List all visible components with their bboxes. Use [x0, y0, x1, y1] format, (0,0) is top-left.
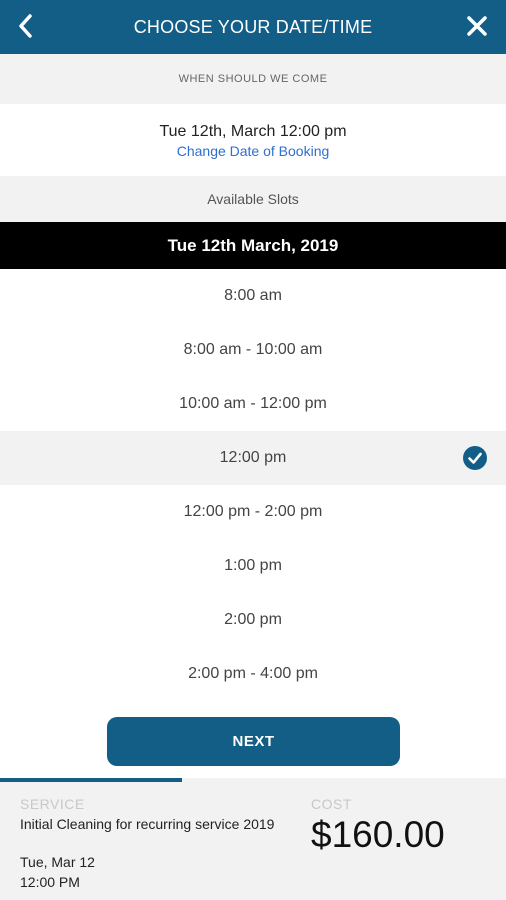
time-slot-label: 8:00 am - 10:00 am [183, 341, 323, 358]
time-slot[interactable]: 1:00 pm [0, 539, 506, 593]
service-time: 12:00 PM [20, 874, 80, 890]
time-slot[interactable]: 8:00 am - 10:00 am [0, 323, 506, 377]
change-date-link[interactable]: Change Date of Booking [177, 143, 330, 159]
cost-label: COST [311, 796, 352, 812]
app-header: CHOOSE YOUR DATE/TIME [0, 0, 506, 54]
time-slot-label: 12:00 pm [219, 449, 287, 466]
close-icon[interactable] [464, 13, 490, 39]
time-slot-label: 8:00 am [224, 287, 282, 304]
time-slot-label: 2:00 pm [224, 611, 282, 628]
service-label: SERVICE [20, 796, 85, 812]
selected-datetime-panel: Tue 12th, March 12:00 pm Change Date of … [0, 104, 506, 176]
time-slot[interactable]: 10:00 am - 12:00 pm [0, 377, 506, 431]
selected-datetime: Tue 12th, March 12:00 pm [159, 123, 347, 140]
time-slot-list: 8:00 am 8:00 am - 10:00 am 10:00 am - 12… [0, 269, 506, 701]
chevron-left-icon[interactable] [12, 11, 42, 41]
booking-summary-footer: SERVICE Initial Cleaning for recurring s… [0, 778, 506, 900]
service-name: Initial Cleaning for recurring service 2… [20, 816, 275, 832]
cost-value: $160.00 [311, 814, 445, 855]
time-slot[interactable]: 12:00 pm - 2:00 pm [0, 485, 506, 539]
time-slot-label: 10:00 am - 12:00 pm [179, 395, 327, 412]
service-date: Tue, Mar 12 [20, 854, 95, 870]
check-circle-icon [463, 446, 487, 470]
time-slot-label: 2:00 pm - 4:00 pm [188, 665, 318, 682]
next-button[interactable]: NEXT [107, 717, 400, 766]
time-slot-label: 12:00 pm - 2:00 pm [183, 503, 323, 520]
slots-date-header: Tue 12th March, 2019 [0, 222, 506, 269]
page-title: CHOOSE YOUR DATE/TIME [133, 16, 373, 37]
slots-date-label: Tue 12th March, 2019 [167, 235, 339, 255]
time-slot[interactable]: 2:00 pm [0, 593, 506, 647]
time-slot[interactable]: 2:00 pm - 4:00 pm [0, 647, 506, 701]
when-section-label: WHEN SHOULD WE COME [0, 54, 506, 104]
available-slots-header: Available Slots [0, 176, 506, 222]
available-slots-label: Available Slots [207, 191, 299, 207]
booking-progress-bar [0, 778, 183, 782]
time-slot-selected[interactable]: 12:00 pm [0, 431, 506, 485]
when-label: WHEN SHOULD WE COME [178, 73, 328, 85]
time-slot[interactable]: 8:00 am [0, 269, 506, 323]
time-slot-label: 1:00 pm [224, 557, 282, 574]
